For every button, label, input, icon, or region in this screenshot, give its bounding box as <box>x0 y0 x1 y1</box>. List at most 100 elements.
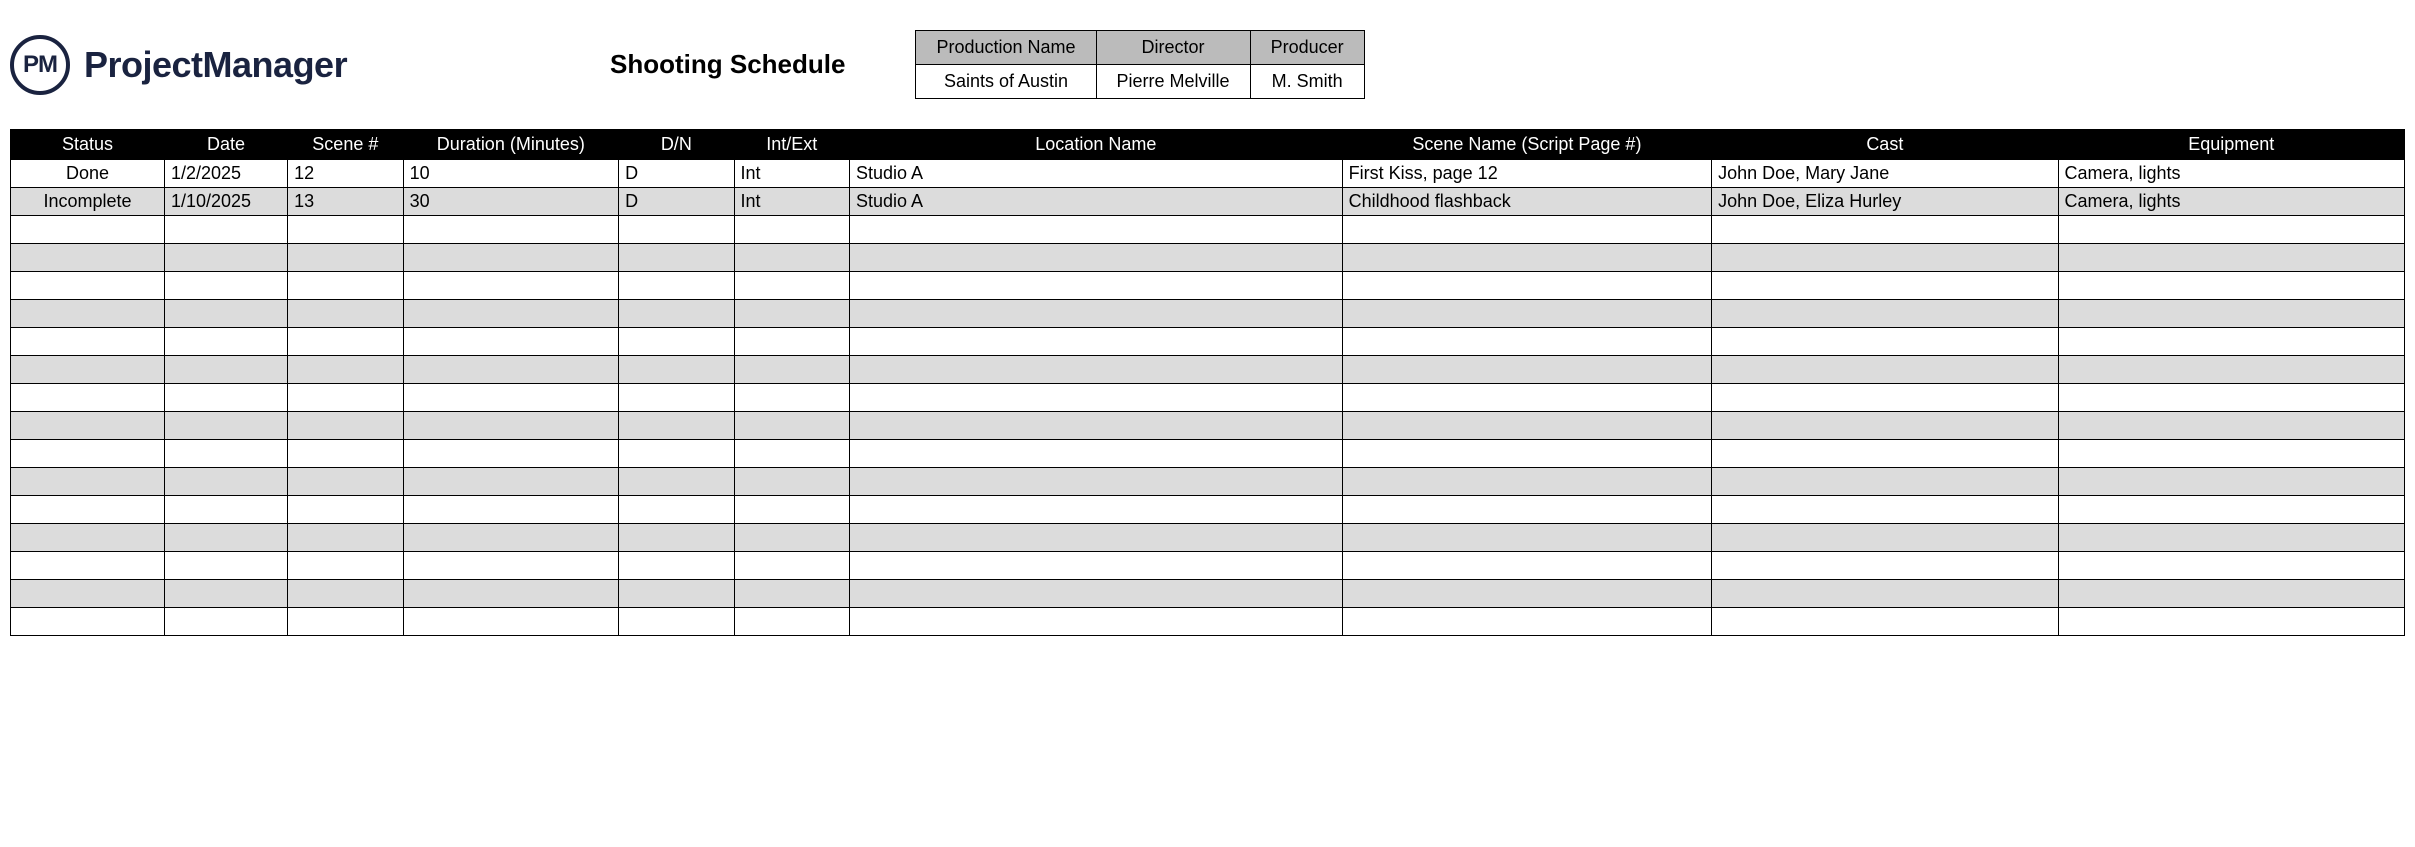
cell-scenename[interactable] <box>1342 552 1711 580</box>
cell-equipment[interactable] <box>2058 356 2404 384</box>
cell-date[interactable] <box>164 244 287 272</box>
cell-scenename[interactable] <box>1342 272 1711 300</box>
cell-duration[interactable]: 30 <box>403 188 619 216</box>
cell-status[interactable] <box>11 580 165 608</box>
cell-intext[interactable] <box>734 552 849 580</box>
cell-dn[interactable] <box>619 328 734 356</box>
cell-duration[interactable] <box>403 272 619 300</box>
cell-date[interactable] <box>164 524 287 552</box>
cell-intext[interactable] <box>734 608 849 636</box>
cell-location[interactable] <box>850 524 1343 552</box>
cell-equipment[interactable]: Camera, lights <box>2058 160 2404 188</box>
cell-cast[interactable] <box>1712 300 2058 328</box>
cell-status[interactable] <box>11 552 165 580</box>
cell-intext[interactable] <box>734 300 849 328</box>
cell-equipment[interactable] <box>2058 384 2404 412</box>
cell-status[interactable] <box>11 468 165 496</box>
cell-cast[interactable] <box>1712 468 2058 496</box>
cell-cast[interactable] <box>1712 384 2058 412</box>
cell-dn[interactable] <box>619 216 734 244</box>
cell-scene[interactable] <box>288 608 403 636</box>
cell-scenename[interactable] <box>1342 216 1711 244</box>
cell-equipment[interactable] <box>2058 328 2404 356</box>
cell-status[interactable] <box>11 244 165 272</box>
prod-value-producer[interactable]: M. Smith <box>1250 65 1364 99</box>
cell-date[interactable] <box>164 440 287 468</box>
cell-equipment[interactable] <box>2058 580 2404 608</box>
cell-status[interactable]: Done <box>11 160 165 188</box>
cell-status[interactable] <box>11 356 165 384</box>
cell-scene[interactable] <box>288 356 403 384</box>
cell-duration[interactable] <box>403 524 619 552</box>
prod-value-name[interactable]: Saints of Austin <box>916 65 1096 99</box>
cell-cast[interactable] <box>1712 580 2058 608</box>
cell-dn[interactable] <box>619 468 734 496</box>
cell-date[interactable] <box>164 496 287 524</box>
cell-date[interactable] <box>164 608 287 636</box>
cell-duration[interactable] <box>403 328 619 356</box>
cell-duration[interactable] <box>403 216 619 244</box>
cell-cast[interactable] <box>1712 552 2058 580</box>
cell-status[interactable] <box>11 216 165 244</box>
cell-date[interactable] <box>164 580 287 608</box>
cell-location[interactable] <box>850 300 1343 328</box>
cell-equipment[interactable] <box>2058 272 2404 300</box>
cell-dn[interactable] <box>619 384 734 412</box>
cell-scene[interactable] <box>288 552 403 580</box>
cell-duration[interactable]: 10 <box>403 160 619 188</box>
cell-equipment[interactable] <box>2058 216 2404 244</box>
cell-dn[interactable] <box>619 356 734 384</box>
cell-dn[interactable]: D <box>619 188 734 216</box>
cell-intext[interactable] <box>734 384 849 412</box>
cell-equipment[interactable] <box>2058 244 2404 272</box>
cell-duration[interactable] <box>403 300 619 328</box>
cell-equipment[interactable] <box>2058 524 2404 552</box>
prod-value-director[interactable]: Pierre Melville <box>1096 65 1250 99</box>
cell-location[interactable] <box>850 356 1343 384</box>
cell-intext[interactable] <box>734 272 849 300</box>
cell-scenename[interactable] <box>1342 328 1711 356</box>
cell-duration[interactable] <box>403 608 619 636</box>
cell-location[interactable] <box>850 468 1343 496</box>
cell-duration[interactable] <box>403 468 619 496</box>
cell-dn[interactable] <box>619 524 734 552</box>
cell-location[interactable] <box>850 552 1343 580</box>
cell-scenename[interactable] <box>1342 384 1711 412</box>
cell-cast[interactable] <box>1712 216 2058 244</box>
cell-duration[interactable] <box>403 356 619 384</box>
cell-date[interactable]: 1/2/2025 <box>164 160 287 188</box>
cell-location[interactable]: Studio A <box>850 160 1343 188</box>
cell-status[interactable] <box>11 384 165 412</box>
cell-intext[interactable] <box>734 468 849 496</box>
cell-dn[interactable] <box>619 272 734 300</box>
cell-cast[interactable] <box>1712 272 2058 300</box>
cell-date[interactable] <box>164 356 287 384</box>
cell-scenename[interactable]: First Kiss, page 12 <box>1342 160 1711 188</box>
cell-scene[interactable] <box>288 272 403 300</box>
cell-cast[interactable] <box>1712 244 2058 272</box>
cell-duration[interactable] <box>403 412 619 440</box>
cell-dn[interactable] <box>619 412 734 440</box>
cell-scene[interactable]: 12 <box>288 160 403 188</box>
cell-dn[interactable] <box>619 440 734 468</box>
cell-duration[interactable] <box>403 384 619 412</box>
cell-scene[interactable] <box>288 300 403 328</box>
cell-intext[interactable]: Int <box>734 188 849 216</box>
cell-scene[interactable]: 13 <box>288 188 403 216</box>
cell-scenename[interactable] <box>1342 580 1711 608</box>
cell-date[interactable]: 1/10/2025 <box>164 188 287 216</box>
cell-location[interactable] <box>850 328 1343 356</box>
cell-dn[interactable] <box>619 608 734 636</box>
cell-date[interactable] <box>164 216 287 244</box>
cell-status[interactable] <box>11 300 165 328</box>
cell-status[interactable] <box>11 524 165 552</box>
cell-intext[interactable] <box>734 216 849 244</box>
cell-date[interactable] <box>164 272 287 300</box>
cell-duration[interactable] <box>403 496 619 524</box>
cell-cast[interactable]: John Doe, Mary Jane <box>1712 160 2058 188</box>
cell-intext[interactable] <box>734 356 849 384</box>
cell-intext[interactable] <box>734 328 849 356</box>
cell-location[interactable] <box>850 608 1343 636</box>
cell-scenename[interactable] <box>1342 300 1711 328</box>
cell-scene[interactable] <box>288 580 403 608</box>
